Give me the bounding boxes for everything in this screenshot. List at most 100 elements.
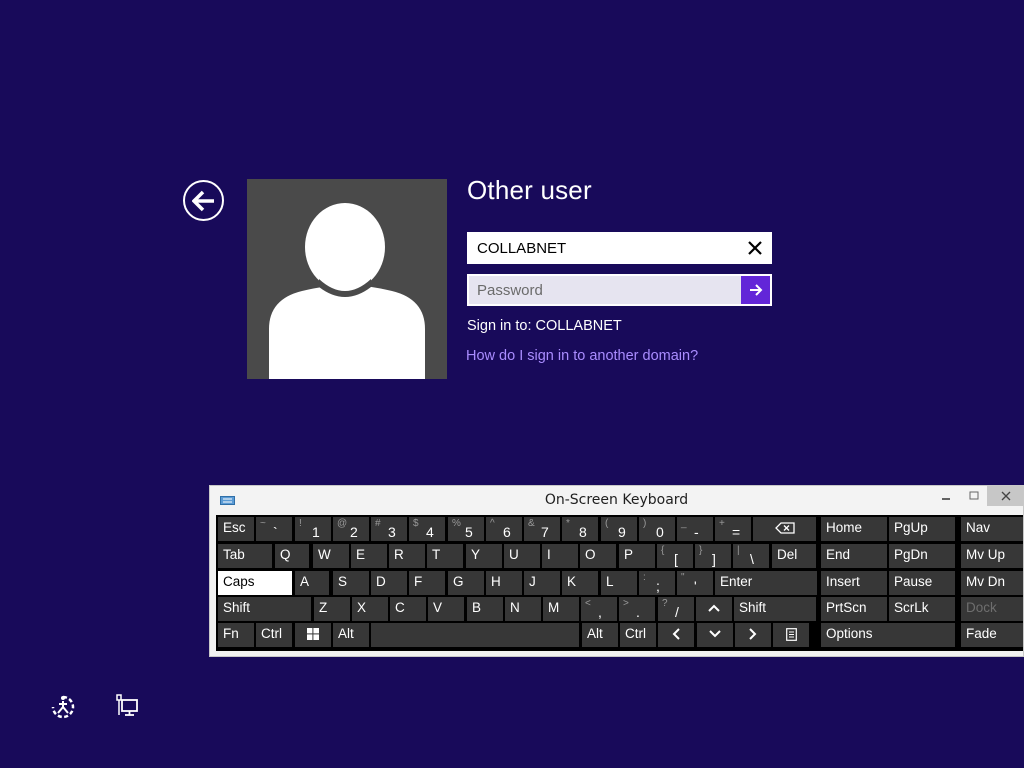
home-key[interactable]: Home [821, 517, 887, 541]
username-field[interactable] [467, 232, 772, 264]
minus-key[interactable]: _ - [677, 517, 713, 541]
key-b[interactable]: B [467, 597, 503, 621]
key-k[interactable]: K [562, 571, 598, 595]
menu-icon [773, 626, 809, 641]
key-label: Z [319, 600, 328, 615]
fn-key[interactable]: Fn [218, 623, 254, 647]
key-w[interactable]: W [313, 544, 349, 568]
key-v[interactable]: V [428, 597, 464, 621]
password-input[interactable] [469, 276, 741, 304]
key-y[interactable]: Y [466, 544, 502, 568]
backtick-key[interactable]: ~ ` [256, 517, 292, 541]
key-m[interactable]: M [543, 597, 579, 621]
maximize-button[interactable] [961, 486, 986, 506]
key-j[interactable]: J [524, 571, 560, 595]
left-ctrl-key[interactable]: Ctrl [256, 623, 292, 647]
backspace-key[interactable] [753, 517, 816, 541]
mv-dn-key[interactable]: Mv Dn [961, 571, 1023, 595]
equals-key[interactable]: + = [715, 517, 751, 541]
right-ctrl-key[interactable]: Ctrl [620, 623, 656, 647]
key-2[interactable]: @2 [333, 517, 369, 541]
key-9[interactable]: (9 [601, 517, 637, 541]
key-a[interactable]: A [295, 571, 329, 595]
pgup-key[interactable]: PgUp [889, 517, 955, 541]
key-q[interactable]: Q [275, 544, 309, 568]
pause-key[interactable]: Pause [889, 571, 955, 595]
key-p[interactable]: P [619, 544, 655, 568]
right-bracket-key[interactable]: }] [695, 544, 731, 568]
key-h[interactable]: H [486, 571, 522, 595]
key-4[interactable]: $4 [409, 517, 445, 541]
back-button[interactable] [183, 180, 224, 221]
key-f[interactable]: F [409, 571, 445, 595]
slash-key[interactable]: ? / [658, 597, 694, 621]
esc-key[interactable]: Esc [218, 517, 254, 541]
username-input[interactable] [468, 233, 739, 263]
down-icon [697, 626, 733, 641]
del-key[interactable]: Del [772, 544, 816, 568]
arrow-right-key[interactable] [735, 623, 771, 647]
nav-key[interactable]: Nav [961, 517, 1023, 541]
left-alt-key[interactable]: Alt [333, 623, 369, 647]
insert-key[interactable]: Insert [821, 571, 887, 595]
key-i[interactable]: I [542, 544, 578, 568]
key-n[interactable]: N [505, 597, 541, 621]
help-link[interactable]: How do I sign in to another domain? [466, 348, 698, 364]
pgdn-key[interactable]: PgDn [889, 544, 955, 568]
key-e[interactable]: E [351, 544, 387, 568]
tab-key[interactable]: Tab [218, 544, 272, 568]
key-r[interactable]: R [389, 544, 425, 568]
right-shift-key[interactable]: Shift [734, 597, 816, 621]
key-t[interactable]: T [427, 544, 463, 568]
key-0[interactable]: ) 0 [639, 517, 675, 541]
left-bracket-key[interactable]: {[ [657, 544, 693, 568]
network-button[interactable] [115, 694, 139, 723]
period-key[interactable]: >. [619, 597, 655, 621]
end-key[interactable]: End [821, 544, 887, 568]
key-d[interactable]: D [371, 571, 407, 595]
clear-button[interactable] [739, 233, 771, 263]
key-z[interactable]: Z [314, 597, 350, 621]
submit-button[interactable] [741, 276, 770, 304]
close-window-button[interactable] [987, 486, 1023, 506]
key-3[interactable]: #3 [371, 517, 407, 541]
key-u[interactable]: U [504, 544, 540, 568]
key-6[interactable]: ^ 6 [486, 517, 522, 541]
left-shift-key[interactable]: Shift [218, 597, 311, 621]
arrow-up-key[interactable] [696, 597, 732, 621]
scrlk-key[interactable]: ScrLk [889, 597, 955, 621]
space-key[interactable] [371, 623, 579, 647]
dock-key[interactable]: Dock [961, 597, 1023, 621]
key-g[interactable]: G [448, 571, 484, 595]
key-o[interactable]: O [580, 544, 616, 568]
quote-key[interactable]: " ' [677, 571, 713, 595]
windows-key[interactable] [295, 623, 331, 647]
mv-up-key[interactable]: Mv Up [961, 544, 1023, 568]
arrow-down-key[interactable] [697, 623, 733, 647]
prtscn-key[interactable]: PrtScn [821, 597, 887, 621]
ease-of-access-button[interactable] [50, 694, 76, 725]
password-field[interactable] [467, 274, 772, 306]
fade-key[interactable]: Fade [961, 623, 1023, 647]
key-7[interactable]: & 7 [524, 517, 560, 541]
right-alt-key[interactable]: Alt [582, 623, 618, 647]
enter-key[interactable]: Enter [715, 571, 817, 595]
context-menu-key[interactable] [773, 623, 809, 647]
key-1[interactable]: ! 1 [295, 517, 331, 541]
key-l[interactable]: L [601, 571, 637, 595]
key-5[interactable]: % 5 [448, 517, 484, 541]
comma-key[interactable]: <, [581, 597, 617, 621]
osk-titlebar[interactable]: On-Screen Keyboard [210, 486, 1023, 515]
key-8[interactable]: * 8 [562, 517, 598, 541]
caps-key[interactable]: Caps [218, 571, 292, 595]
backspace-icon [753, 520, 816, 535]
backslash-key[interactable]: | \ [733, 544, 769, 568]
arrow-left-key[interactable] [658, 623, 694, 647]
semicolon-key[interactable]: :; [639, 571, 675, 595]
options-key[interactable]: Options [821, 623, 955, 647]
key-s[interactable]: S [333, 571, 369, 595]
key-c[interactable]: C [390, 597, 426, 621]
key-shift-label: > [623, 598, 629, 609]
minimize-button[interactable] [931, 486, 961, 506]
key-x[interactable]: X [352, 597, 388, 621]
